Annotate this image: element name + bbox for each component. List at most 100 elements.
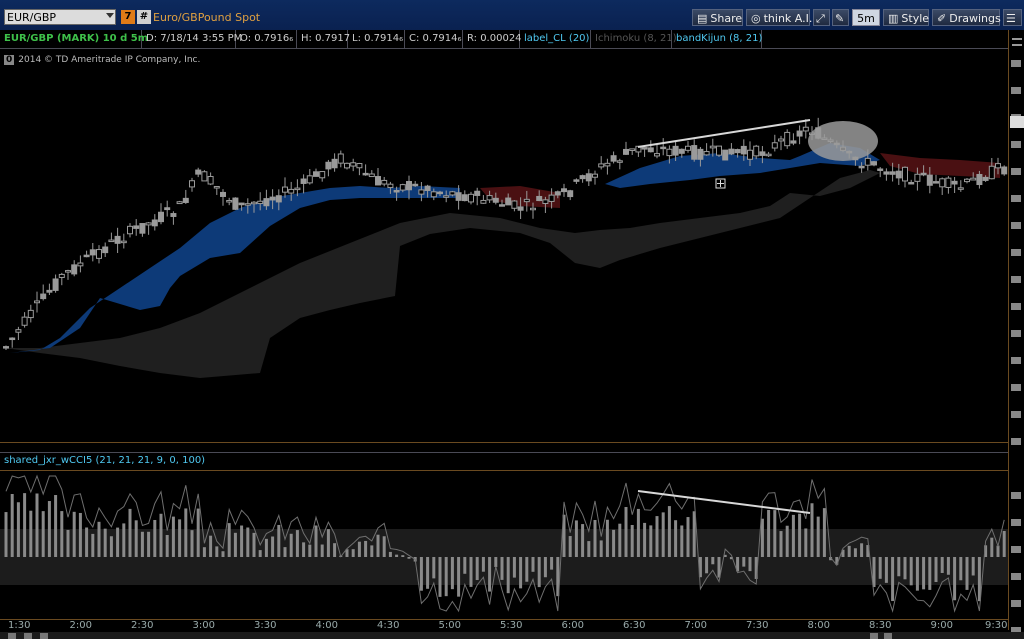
price-tick [1011,195,1021,202]
copyright-notice: 0 2014 © TD Ameritrade IP Company, Inc. [4,55,200,65]
time-label: 8:00 [807,620,830,631]
study-label-cl[interactable]: label_CL (20) [520,30,591,48]
cci-bar [289,533,293,557]
candle-body [598,163,605,168]
cci-bar [674,520,678,557]
share-button[interactable]: ▤ Share [692,9,743,26]
cci-chart[interactable] [0,470,1008,620]
candle-body [926,174,933,186]
time-axis[interactable]: 1:30 2:00 2:30 3:00 3:30 4:00 4:30 5:00 5:30 6:00… [0,618,1008,632]
candle-body [592,173,598,178]
think-ai-button[interactable]: ◎ think A.I. [746,9,812,26]
cci-bar [537,557,541,588]
candle-body [703,151,710,156]
price-tick [1011,249,1021,256]
zoom-in-icon[interactable] [24,633,32,639]
scroll-up-icon[interactable] [1012,38,1022,48]
candle-body [697,148,704,160]
settings-icon[interactable] [870,633,878,639]
link-group-badge[interactable]: 7 [121,10,135,24]
cci-bar [543,557,547,578]
highlight-ellipse [808,121,878,161]
candle-body [71,264,78,275]
candle-body [716,145,722,156]
cci-bar [41,511,45,557]
cci-bar [85,527,89,557]
price-tick [1011,141,1021,148]
cci-bar [481,557,485,572]
time-label: 8:30 [869,620,892,631]
chevron-down-icon[interactable] [106,13,114,18]
copyright-text: 2014 © TD Ameritrade IP Company, Inc. [18,55,201,65]
cci-bar [233,532,237,557]
candle-body [585,173,592,182]
study-ichimoku[interactable]: Ichimoku (8, 21) [591,30,677,48]
expand-icon[interactable] [884,633,892,639]
candle-body [288,188,295,194]
lower-study-label[interactable]: shared_jxr_wCCI5 (21, 21, 21, 9, 0, 100) [4,455,205,466]
style-button[interactable]: ▥ Style [883,9,929,26]
candle-body [331,158,338,169]
cci-bar [283,547,287,557]
candle-body [27,309,34,319]
candle-body [542,199,549,204]
cci-bar [215,546,219,557]
scroll-up-icon-2[interactable] [1012,44,1022,46]
price-tick [1011,357,1021,364]
cci-bar [618,523,622,557]
candle-body [34,300,40,304]
timeframe-button[interactable]: 5m [852,9,880,26]
cci-bar [122,523,126,557]
symbol-link-button[interactable]: # [137,10,151,24]
time-label: 5:30 [500,620,523,631]
cci-bar [531,557,535,572]
price-tick [1011,276,1021,283]
candle-body [15,329,22,333]
cci-bar [624,507,628,557]
candle-body [139,223,146,234]
zoom-out-icon[interactable] [8,633,16,639]
cci-bar [655,516,659,557]
reset-icon[interactable] [40,633,48,639]
study-band-kijun[interactable]: bandKijun (8, 21) [672,30,762,48]
menu-icon: ☰ [1006,12,1016,25]
candle-body [275,195,282,203]
symbol-selector[interactable]: EUR/GBP [4,9,116,25]
cci-bar [35,493,39,557]
candle-body [790,140,797,144]
cci-bar [302,542,306,557]
more-menu-button[interactable]: ☰ [1003,9,1022,26]
candle-body [623,148,629,155]
price-chart[interactable] [0,48,1008,443]
drawings-button[interactable]: ✐ Drawings [932,9,1001,26]
cci-bar [333,543,337,557]
candle-body [294,187,301,191]
candle-body [517,206,524,211]
price-axis[interactable] [1008,30,1024,634]
candle-body [368,173,375,178]
time-label: 2:30 [131,620,154,631]
candle-body [678,148,685,154]
candle-body [207,175,214,185]
bar-date: D: 7/18/14 3:55 PM [142,30,242,48]
candle-body [58,273,65,278]
price-tick [1011,600,1021,607]
cci-bar [91,533,95,557]
settings-button[interactable]: ✎ [832,9,849,26]
cci-bar [382,536,386,557]
candle-body [356,163,363,169]
cci-bar [605,519,609,557]
candle-body [40,293,47,300]
candle-body [802,126,809,132]
candle-body [908,181,915,185]
candle-body [548,194,555,202]
fullscreen-button[interactable]: ⤢ [813,9,830,26]
candle-body [350,162,357,167]
cci-bar [419,557,423,591]
cci-bar [748,557,752,572]
candle-body [65,270,71,273]
candle-body [393,189,400,193]
time-label: 7:30 [746,620,769,631]
candle-body [375,176,381,186]
candle-body [610,155,617,162]
